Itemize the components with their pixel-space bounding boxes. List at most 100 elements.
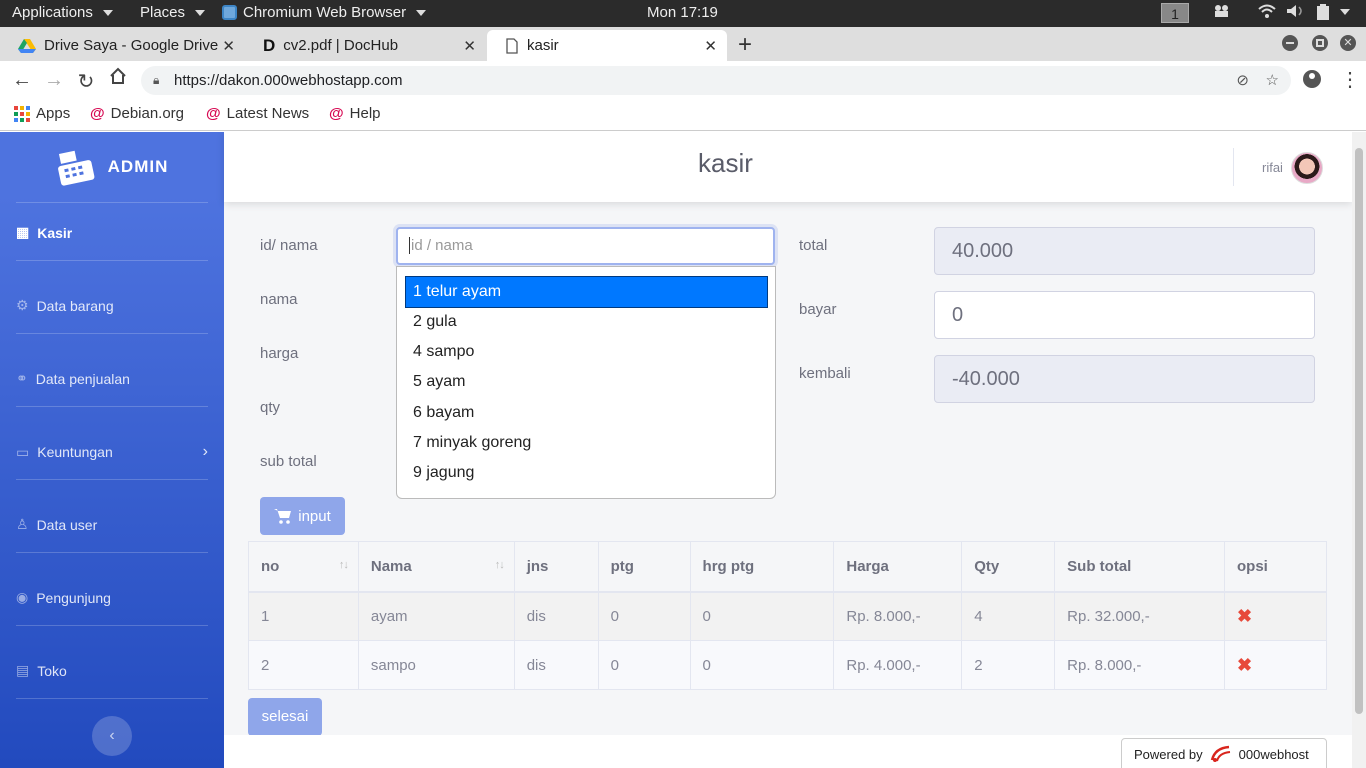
selesai-button[interactable]: selesai [248, 698, 322, 736]
profile-icon[interactable] [1303, 70, 1321, 88]
table-header-row: no ↑↓ Nama ↑↓ jns ptg hrg ptg Harga Qty Su… [248, 541, 1327, 593]
column-header[interactable]: Nama ↑↓ [357, 541, 515, 593]
sidebar-item-toko[interactable]: ▤ Toko [16, 662, 67, 679]
table-cell: 4 [961, 591, 1056, 641]
sort-icon: ↑↓ [494, 559, 505, 571]
user-name[interactable]: rifai [1262, 160, 1283, 175]
delete-icon[interactable]: ✖ [1237, 606, 1252, 626]
table-cell: 0 [689, 591, 835, 641]
qty-label: qty [260, 399, 281, 416]
clock[interactable]: Mon 17:19 [647, 4, 718, 21]
dropdown-option[interactable]: 5 ayam [406, 367, 767, 397]
table-cell: 2 [248, 640, 359, 690]
dropdown-option[interactable]: 1 telur ayam [405, 276, 768, 308]
cart-icon [274, 509, 292, 524]
input-button[interactable]: input [260, 497, 345, 535]
cart-table: no ↑↓ Nama ↑↓ jns ptg hrg ptg Harga Qty Su… [248, 541, 1327, 690]
header-label: no [261, 557, 280, 575]
divider [16, 479, 208, 480]
dropdown-option[interactable]: 6 bayam [406, 398, 767, 428]
sort-icon: ↑↓ [338, 559, 349, 571]
places-menu[interactable]: Places [140, 4, 206, 21]
divider [16, 333, 208, 334]
dropdown-option[interactable]: 9 jagung [406, 458, 767, 488]
reload-icon[interactable]: ↻ [75, 69, 97, 94]
table-cell: dis [513, 591, 599, 641]
sidebar-item-data-barang[interactable]: ⚙ Data barang [16, 297, 114, 314]
subtotal-label: sub total [260, 453, 317, 470]
chevron-down-icon [195, 9, 206, 16]
scrollbar-thumb[interactable] [1355, 148, 1363, 714]
web-page: ADMIN ▦ Kasir ⚙ Data barang ⚭ Data penjuala… [0, 132, 1352, 768]
sidebar-item-label: Data barang [36, 297, 114, 314]
chevron-left-icon: ‹ [109, 727, 115, 744]
bookmark-apps[interactable]: Apps [14, 105, 70, 122]
table-cell: ✖ [1224, 640, 1327, 690]
volume-icon[interactable] [1286, 4, 1304, 18]
url-text: https://dakon.000webhostapp.com [174, 72, 403, 89]
divider [16, 202, 208, 203]
maximize-icon[interactable] [1312, 35, 1328, 51]
close-icon[interactable]: ✕ [704, 37, 717, 55]
dropdown-option[interactable]: 7 minyak goreng [406, 428, 767, 458]
browser-app-menu[interactable]: Chromium Web Browser [222, 4, 427, 21]
debian-icon: @ [206, 105, 221, 122]
chevron-down-icon [416, 9, 427, 16]
column-header: Sub total [1054, 541, 1226, 593]
avatar[interactable] [1291, 152, 1323, 184]
tab-title: Drive Saya - Google Drive [44, 37, 219, 54]
wifi-icon[interactable] [1258, 4, 1276, 18]
cash-register-icon: ▦ [16, 224, 30, 240]
menu-icon[interactable]: ⋮ [1340, 67, 1360, 92]
sidebar-toggle-button[interactable]: ‹ [92, 716, 132, 756]
delete-icon[interactable]: ✖ [1237, 655, 1252, 675]
page-scrollbar[interactable] [1352, 132, 1366, 768]
translate-icon[interactable]: ⊘ [1236, 66, 1249, 95]
bayar-label: bayar [799, 301, 837, 318]
globe-icon: ◉ [16, 589, 29, 605]
column-header[interactable]: no ↑↓ [248, 541, 359, 593]
battery-icon[interactable] [1316, 4, 1350, 20]
video-icon[interactable] [1213, 4, 1231, 18]
sidebar-item-kasir[interactable]: ▦ Kasir [16, 224, 72, 241]
sidebar-item-data-penjualan[interactable]: ⚭ Data penjualan [16, 370, 130, 387]
sidebar-item-data-user[interactable]: ♙ Data user [16, 516, 97, 533]
total-label: total [799, 237, 828, 254]
forward-icon[interactable]: → [43, 69, 65, 92]
tab-kasir[interactable]: kasir ✕ [487, 30, 727, 61]
places-label: Places [140, 4, 186, 21]
sidebar-brand[interactable]: ADMIN [0, 132, 224, 202]
bookmark-latest-news[interactable]: @ Latest News [206, 105, 309, 122]
applications-menu[interactable]: Applications [12, 4, 113, 21]
star-icon[interactable]: ☆ [1266, 66, 1279, 95]
chevron-down-icon [102, 9, 113, 16]
nama-label: nama [260, 291, 298, 308]
dropdown-option[interactable]: 2 gula [406, 307, 767, 337]
powered-by-badge[interactable]: Powered by 000webhost [1121, 738, 1327, 768]
close-icon[interactable]: ✕ [463, 37, 476, 55]
bookmark-help[interactable]: @ Help [329, 105, 381, 122]
back-icon[interactable]: ← [11, 69, 33, 92]
new-tab-icon[interactable]: + [738, 31, 752, 59]
sidebar-item-keuntungan[interactable]: ▭ Keuntungan › [16, 443, 208, 461]
bayar-field[interactable]: 0 [934, 291, 1315, 339]
sidebar-item-pengunjung[interactable]: ◉ Pengunjung [16, 589, 111, 606]
dropdown-option[interactable]: 4 sampo [406, 337, 767, 367]
home-icon[interactable] [107, 67, 129, 91]
id-label: id/ nama [260, 237, 318, 254]
column-header: Qty [961, 541, 1056, 593]
tab-dochub[interactable]: D cv2.pdf | DocHub ✕ [245, 30, 486, 61]
table-cell: 1 [248, 591, 359, 641]
close-window-icon[interactable]: ✕ [1340, 35, 1356, 51]
bookmark-label: Latest News [226, 105, 310, 122]
os-top-bar: Applications Places Chromium Web Browser… [0, 0, 1366, 27]
tab-google-drive[interactable]: Drive Saya - Google Drive ✕ [0, 30, 245, 61]
id-nama-input[interactable]: id / nama [396, 227, 775, 265]
minimize-icon[interactable] [1282, 35, 1298, 51]
bookmark-debian[interactable]: @ Debian.org [90, 105, 184, 122]
address-bar[interactable]: 🔒︎ https://dakon.000webhostapp.com ⊘ ☆ [141, 66, 1291, 95]
close-icon[interactable]: ✕ [222, 37, 235, 55]
workspace-indicator[interactable]: 1 [1161, 3, 1189, 23]
page-title: kasir [698, 148, 753, 178]
column-header: hrg ptg [689, 541, 835, 593]
